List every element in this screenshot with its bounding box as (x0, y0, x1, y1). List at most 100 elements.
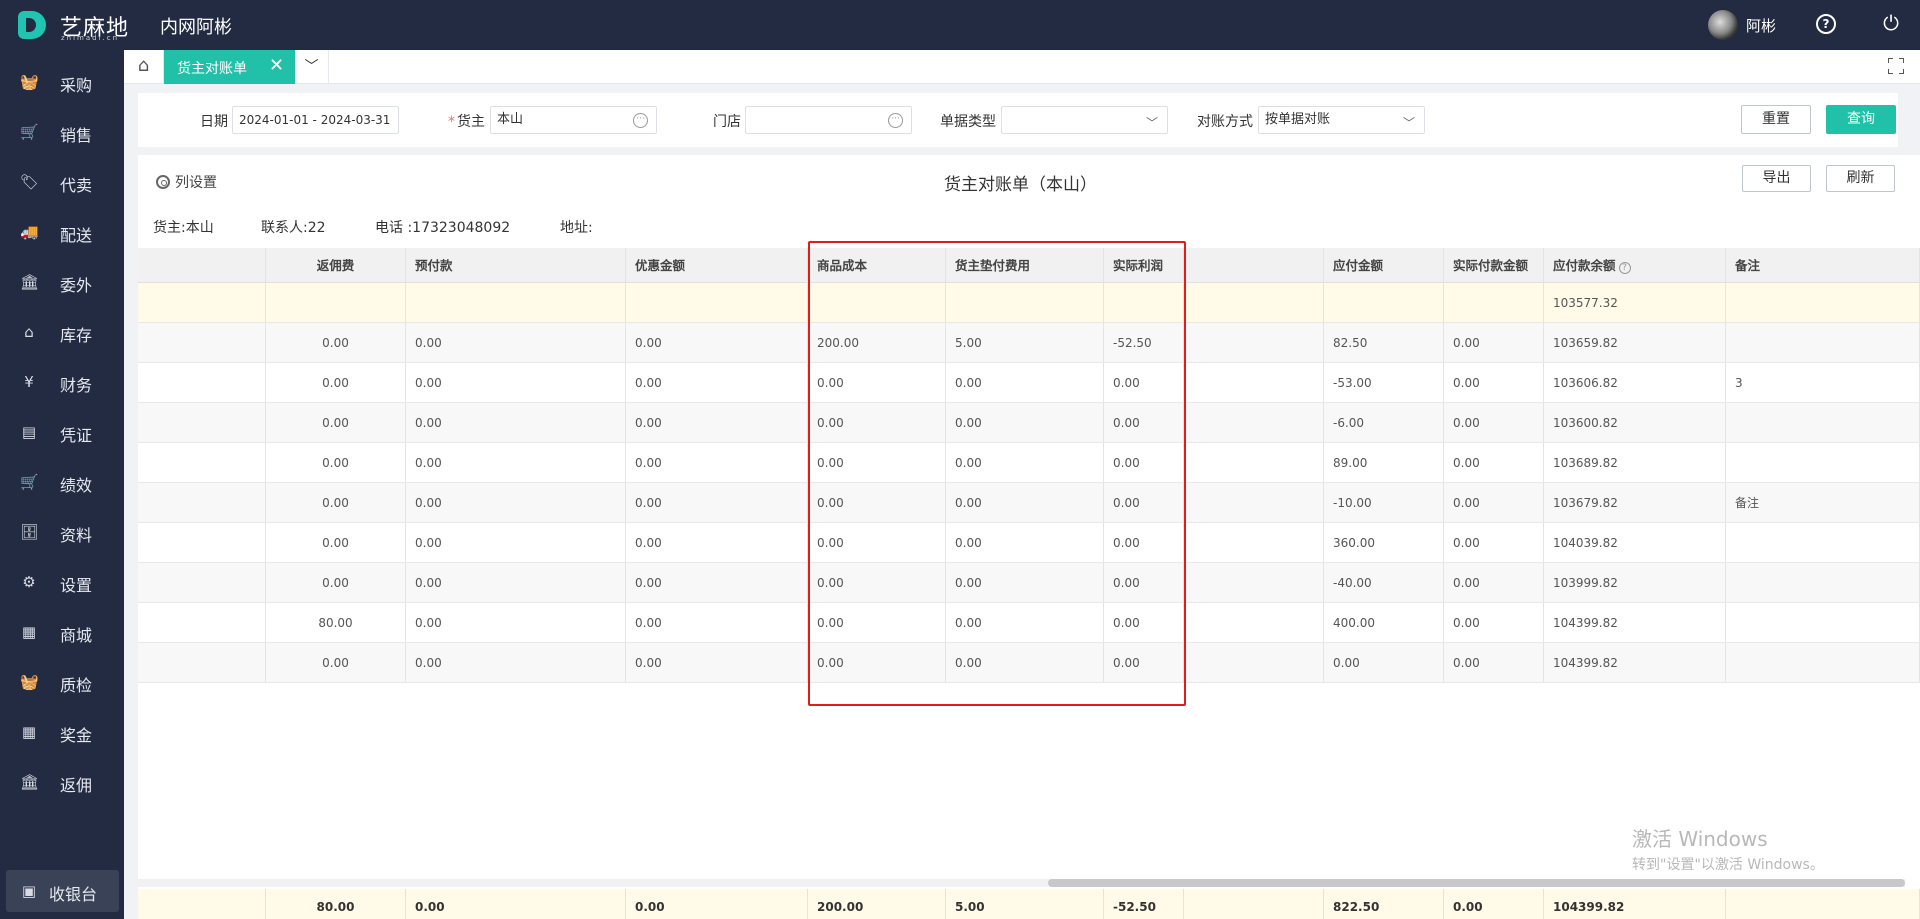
truck-icon: 🚚 (20, 223, 39, 241)
table-cell: 104399.82 (1544, 643, 1726, 682)
sidebar-item-consign[interactable]: 🏷 代卖 (0, 162, 124, 202)
table-cell: 0.00 (406, 443, 626, 482)
fullscreen-icon[interactable] (1888, 58, 1904, 74)
store-icon: ▦ (21, 623, 37, 641)
cashier-button[interactable]: ▣ 收银台 (6, 870, 119, 912)
table-cell: 103606.82 (1544, 363, 1726, 402)
tab-owner-statement[interactable]: 货主对账单 ✕ (164, 50, 295, 84)
doc-type-select[interactable]: ﹀ (1001, 106, 1168, 134)
table-cell (1184, 603, 1324, 642)
sidebar-item-label: 委外 (60, 276, 93, 295)
sidebar-item-voucher[interactable]: ▤ 凭证 (0, 412, 124, 452)
home-icon[interactable]: ⌂ (124, 50, 164, 84)
table-cell (138, 248, 266, 282)
close-icon[interactable]: ✕ (269, 55, 284, 76)
export-button[interactable]: 导出 (1742, 165, 1811, 192)
total-cell: 0.00 (1444, 889, 1544, 919)
gear-icon (156, 175, 170, 189)
cashier-icon: ▣ (21, 882, 37, 900)
refresh-button[interactable]: 刷新 (1826, 165, 1895, 192)
table-cell (266, 283, 406, 322)
sidebar-item-finance[interactable]: ¥ 财务 (0, 362, 124, 402)
table-cell (626, 283, 808, 322)
sidebar-item-settings[interactable]: ⚙ 设置 (0, 562, 124, 602)
sidebar-item-mall[interactable]: ▦ 商城 (0, 612, 124, 652)
table-cell (1184, 283, 1324, 322)
table-cell: 0.00 (406, 563, 626, 602)
query-button[interactable]: 查询 (1826, 105, 1896, 134)
basket-icon: 🧺 (20, 73, 39, 91)
table-cell (1184, 248, 1324, 282)
sidebar-item-sales[interactable]: 🛒 销售 (0, 112, 124, 152)
total-cell: 822.50 (1324, 889, 1444, 919)
phone-info: 电话 :17323048092 (375, 220, 511, 236)
owner-info: 货主:本山 (153, 220, 214, 236)
sidebar-item-delivery[interactable]: 🚚 配送 (0, 212, 124, 252)
recon-select[interactable]: 按单据对账 ﹀ (1258, 106, 1425, 134)
table-cell (1184, 363, 1324, 402)
column-settings-button[interactable]: 列设置 (156, 172, 217, 192)
owner-value: 本山 (497, 112, 524, 127)
gear-icon: ⚙ (22, 573, 36, 591)
total-cell (138, 889, 266, 919)
chevron-down-icon[interactable]: ﹀ (295, 50, 329, 84)
avatar[interactable] (1708, 10, 1738, 40)
sidebar-item-rebate[interactable]: 🏛 返佣 (0, 762, 124, 802)
table-cell: 0.00 (406, 643, 626, 682)
table-cell: -6.00 (1324, 403, 1444, 442)
sidebar-item-performance[interactable]: 🛒 绩效 (0, 462, 124, 502)
sidebar-item-label: 绩效 (60, 476, 93, 495)
table-cell: 0.00 (406, 603, 626, 642)
total-cell (1726, 889, 1920, 919)
scrollbar-thumb[interactable] (1048, 879, 1905, 887)
date-range-input[interactable]: 2024-01-01 - 2024-03-31 (232, 106, 399, 134)
sidebar-item-data[interactable]: 🗄 资料 (0, 512, 124, 552)
owner-input[interactable]: 本山 ··· (490, 106, 657, 134)
cashier-label: 收银台 (49, 885, 98, 904)
help-icon[interactable]: ? (1816, 14, 1836, 34)
table-cell: 0.00 (406, 483, 626, 522)
table-cell: 0.00 (626, 443, 808, 482)
total-cell: -52.50 (1104, 889, 1184, 919)
table-cell: 0.00 (626, 523, 808, 562)
table-cell: 0.00 (266, 643, 406, 682)
tab-strip: ⌂ 货主对账单 ✕ ﹀ (124, 50, 1920, 84)
total-cell: 0.00 (626, 889, 808, 919)
sidebar-item-label: 库存 (60, 326, 93, 345)
cart-icon: 🛒 (20, 473, 39, 491)
sidebar-item-label: 资料 (60, 526, 93, 545)
sidebar-item-label: 设置 (60, 576, 93, 595)
sidebar-item-bonus[interactable]: ▦ 奖金 (0, 712, 124, 752)
power-icon[interactable]: ⏻ (1880, 12, 1902, 34)
cart-icon: 🛒 (20, 123, 39, 141)
table-cell: 优惠金额 (626, 248, 808, 282)
table-cell: 0.00 (626, 563, 808, 602)
table-cell (138, 643, 266, 682)
help-icon[interactable]: ? (1618, 262, 1631, 274)
store-input[interactable]: ··· (745, 106, 912, 134)
sidebar-item-inventory[interactable]: ⌂ 库存 (0, 312, 124, 352)
more-icon[interactable]: ··· (888, 113, 903, 128)
table-cell: 0.00 (266, 563, 406, 602)
table-cell (1726, 563, 1920, 602)
filter-panel: 日期 2024-01-01 - 2024-03-31 * 货主 本山 ··· 门店… (138, 93, 1898, 147)
horizontal-scrollbar[interactable] (138, 879, 1905, 887)
table-cell (138, 563, 266, 602)
table-cell: 103659.82 (1544, 323, 1726, 362)
table-cell: 0.00 (1444, 403, 1544, 442)
table-cell: 0.00 (266, 403, 406, 442)
store-label: 门店 (713, 114, 741, 130)
sidebar-item-purchase[interactable]: 🧺 采购 (0, 62, 124, 102)
sidebar-item-label: 采购 (60, 76, 93, 95)
reset-button[interactable]: 重置 (1741, 105, 1811, 134)
tag-icon: 🏷 (20, 173, 40, 191)
sidebar-item-outsource[interactable]: 🏛 委外 (0, 262, 124, 302)
more-icon[interactable]: ··· (633, 113, 648, 128)
table-cell (1184, 443, 1324, 482)
chevron-down-icon: ﹀ (1146, 116, 1159, 130)
table-cell: 0.00 (626, 363, 808, 402)
user-name[interactable]: 阿彬 (1746, 15, 1776, 36)
sidebar-item-qc[interactable]: 🧺 质检 (0, 662, 124, 702)
table-cell: 400.00 (1324, 603, 1444, 642)
sidebar-item-label: 凭证 (60, 426, 93, 445)
